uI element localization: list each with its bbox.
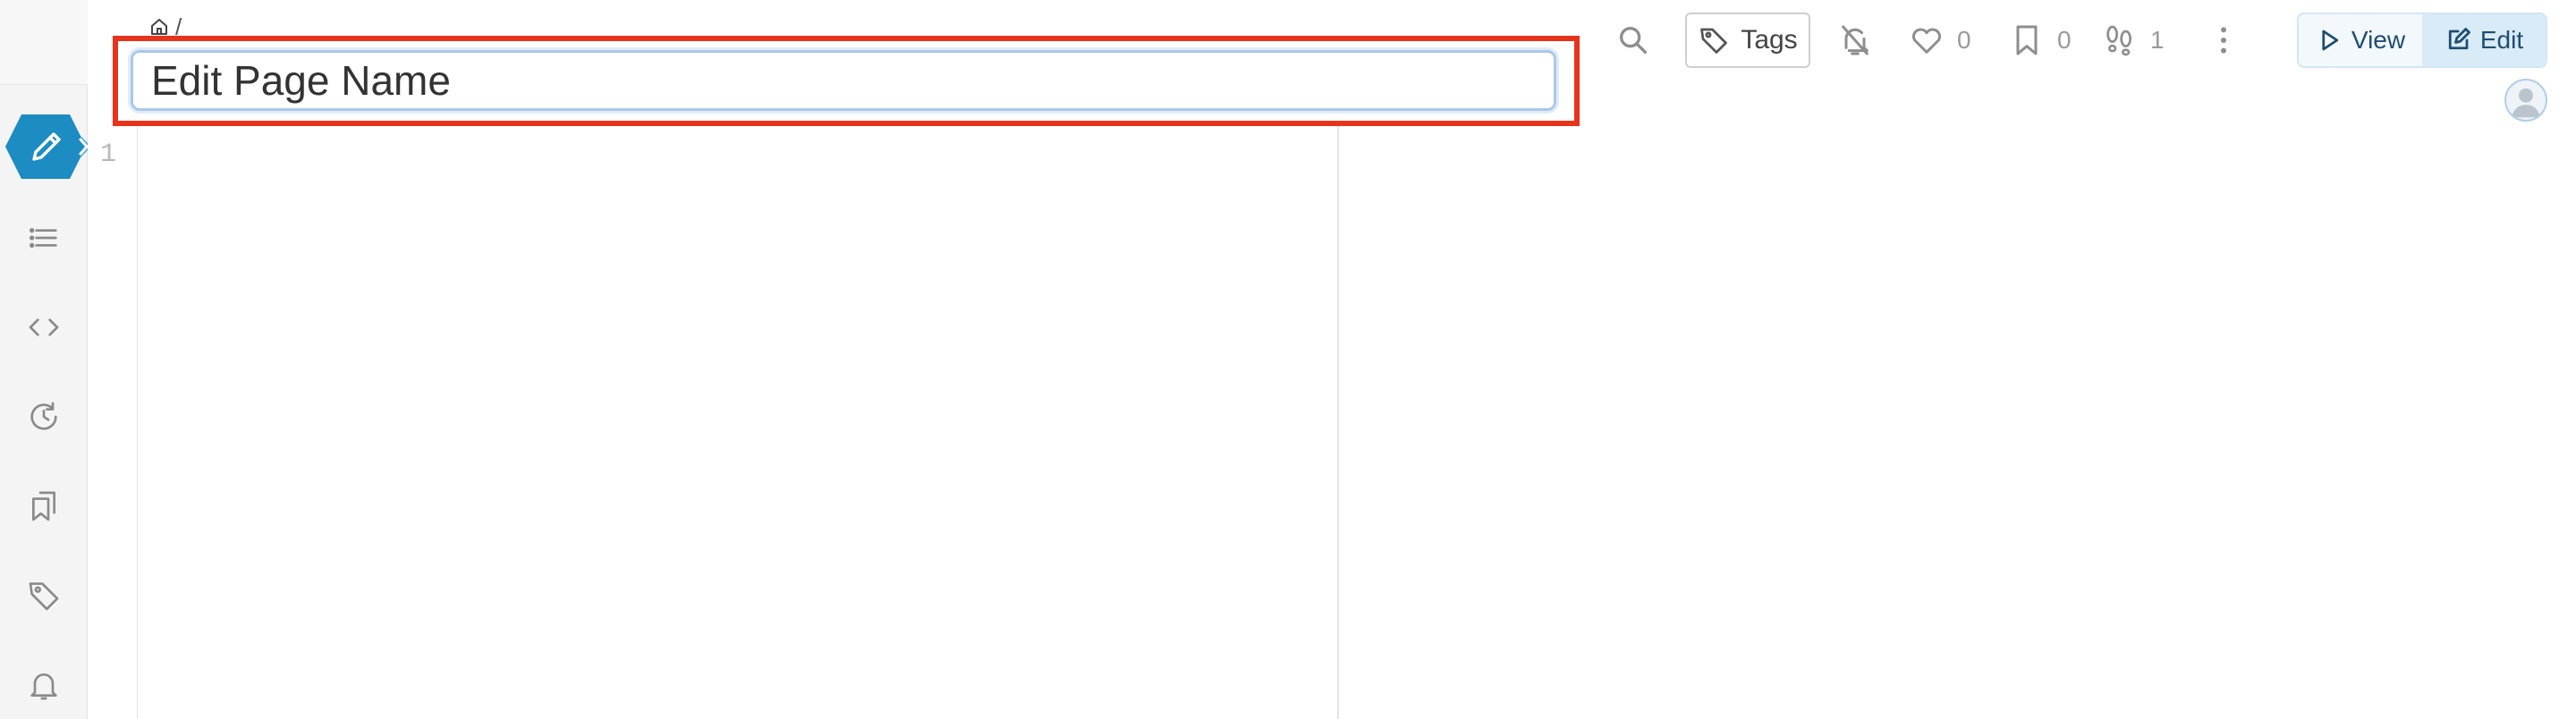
sidebar-item-notifications[interactable] — [22, 664, 65, 706]
view-button-label: View — [2351, 26, 2406, 54]
edit-icon — [2448, 28, 2470, 50]
like-count: 0 — [1957, 26, 1971, 54]
edit-button[interactable]: Edit — [2422, 14, 2546, 66]
user-icon — [2512, 88, 2540, 118]
tag-icon — [1700, 28, 1728, 54]
editor-line-number: 1 — [100, 140, 117, 170]
search-button[interactable] — [1615, 18, 1651, 63]
tags-button[interactable]: Tags — [1685, 13, 1810, 68]
bookmark-button[interactable]: 0 — [2009, 18, 2072, 63]
heart-icon — [1911, 28, 1942, 54]
sidebar-item-editor[interactable] — [5, 114, 91, 179]
like-button[interactable]: 0 — [1909, 18, 1971, 63]
view-edit-toggle: View Edit — [2297, 13, 2547, 68]
page-name-input[interactable] — [131, 50, 1556, 111]
code-icon — [29, 318, 59, 336]
preview-pane — [1339, 122, 2576, 719]
bookmark-icon — [2016, 25, 2038, 55]
home-icon[interactable] — [148, 16, 170, 38]
bookmarks-icon — [32, 491, 56, 521]
tag-icon — [29, 582, 59, 611]
bell-off-icon — [1842, 25, 1868, 55]
sidebar-item-source[interactable] — [22, 306, 65, 349]
play-icon — [2322, 30, 2339, 51]
history-icon — [30, 402, 57, 430]
list-icon — [30, 227, 57, 249]
seen-count: 1 — [2150, 26, 2165, 54]
sidebar-item-history[interactable] — [22, 395, 65, 438]
editor-pane[interactable] — [88, 122, 1338, 719]
seen-users-button[interactable]: 1 — [2102, 18, 2165, 63]
sidebar-item-page-list[interactable] — [22, 216, 65, 259]
subscribe-button[interactable] — [1837, 18, 1873, 63]
view-button[interactable]: View — [2299, 14, 2422, 66]
sidebar-item-tags[interactable] — [22, 574, 65, 617]
search-icon — [1620, 27, 1647, 54]
more-button[interactable] — [2206, 18, 2241, 63]
tags-button-label: Tags — [1741, 25, 1798, 55]
editor-gutter — [88, 122, 138, 719]
more-vertical-icon — [2221, 27, 2226, 54]
bell-icon — [30, 673, 57, 700]
bookmark-count: 0 — [2057, 26, 2072, 54]
sidebar — [0, 0, 88, 719]
footprints-icon — [2106, 25, 2131, 56]
edit-button-label: Edit — [2479, 26, 2524, 54]
avatar[interactable] — [2504, 79, 2547, 122]
sidebar-item-bookmarks[interactable] — [22, 485, 65, 528]
sidebar-top-strip — [0, 0, 88, 85]
